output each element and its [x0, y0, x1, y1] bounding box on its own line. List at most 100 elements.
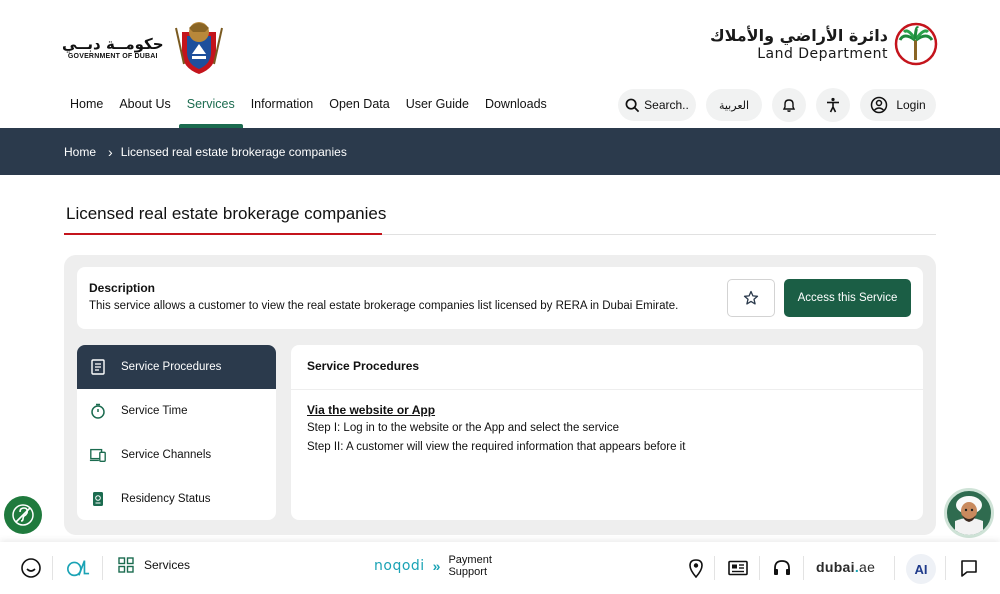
favorite-button[interactable]	[727, 279, 775, 317]
nav-user-guide[interactable]: User Guide	[398, 86, 477, 128]
service-side-menu: Service Procedures Service Time Service …	[77, 345, 276, 520]
header-tools: Search.. العربية Login	[618, 88, 936, 122]
side-item-label: Service Time	[121, 405, 188, 417]
login-label: Login	[896, 98, 926, 112]
chat-button[interactable]	[957, 556, 981, 580]
dubai-now-button[interactable]	[66, 556, 90, 580]
procedure-step: Step I: Log in to the website or the App…	[307, 422, 619, 434]
toolbar-divider	[102, 556, 103, 580]
accessibility-person-icon	[827, 97, 839, 113]
virtual-assistant-avatar[interactable]	[944, 488, 994, 538]
grid-icon	[118, 557, 134, 573]
side-item-service-channels[interactable]: Service Channels	[77, 433, 276, 477]
ld-logo-text: دائرة الأراضي والأملاك Land Department	[710, 26, 888, 62]
description-card: Description This service allows a custom…	[77, 267, 923, 329]
nav-open-data[interactable]: Open Data	[321, 86, 397, 128]
land-department-logo[interactable]: دائرة الأراضي والأملاك Land Department	[710, 22, 938, 66]
procedure-step: Step II: A customer will view the requir…	[307, 441, 686, 453]
breadcrumb-home[interactable]: Home	[64, 145, 96, 159]
headphones-icon	[774, 560, 790, 575]
star-icon	[743, 290, 759, 305]
nav-information[interactable]: Information	[243, 86, 322, 128]
side-item-service-time[interactable]: Service Time	[77, 389, 276, 433]
ld-logo-english: Land Department	[757, 46, 888, 62]
content-divider	[291, 389, 923, 390]
gov-logo-text: حكومــة دبــي GOVERNMENT OF DUBAI	[62, 35, 164, 60]
side-item-residency-status[interactable]: Residency Status	[77, 477, 276, 520]
map-pin-icon	[689, 559, 703, 578]
accessibility-button[interactable]	[816, 88, 850, 122]
location-button[interactable]	[684, 556, 708, 580]
toolbar-divider	[945, 556, 946, 580]
happiness-meter-button[interactable]	[19, 556, 43, 580]
noqodi-logo: noqodi	[374, 558, 425, 574]
hearing-accessibility-button[interactable]	[4, 496, 42, 534]
nav-home[interactable]: Home	[62, 86, 111, 128]
gov-logo-arabic: حكومــة دبــي	[62, 34, 164, 53]
dubai-ae-main: dubai	[816, 559, 855, 575]
description-heading: Description	[89, 281, 156, 295]
access-service-button[interactable]: Access this Service	[784, 279, 911, 317]
devices-icon	[89, 446, 107, 464]
breadcrumb-current: Licensed real estate brokerage companies	[120, 144, 347, 159]
chat-bubble-icon	[961, 560, 977, 577]
stopwatch-icon	[89, 402, 107, 420]
notifications-button[interactable]	[772, 88, 806, 122]
side-item-label: Service Procedures	[121, 361, 222, 373]
toolbar-divider	[52, 556, 53, 580]
document-list-icon	[89, 358, 107, 376]
side-item-service-procedures[interactable]: Service Procedures	[77, 345, 276, 389]
bottom-toolbar: Services noqodi » Payment Support dubai.…	[0, 542, 1000, 594]
ai-assistant-button[interactable]: AI	[906, 554, 936, 584]
nav-services[interactable]: Services	[178, 86, 243, 128]
dubai-emblem-icon	[174, 22, 223, 74]
channel-title: Via the website or App	[307, 403, 436, 417]
content-heading: Service Procedures	[307, 359, 420, 373]
noqodi-payment-support[interactable]: noqodi » Payment Support	[374, 554, 492, 578]
passport-icon	[89, 490, 107, 508]
dubai-now-logo-icon	[67, 560, 90, 577]
search-button[interactable]: Search..	[618, 89, 696, 121]
search-label: Search..	[644, 98, 689, 112]
assistant-avatar-icon	[955, 496, 983, 535]
support-call-button[interactable]	[770, 556, 794, 580]
toolbar-divider	[894, 556, 895, 580]
services-menu-button[interactable]: Services	[118, 557, 190, 573]
chevron-right-icon: ›	[108, 143, 113, 160]
language-toggle[interactable]: العربية	[706, 89, 762, 121]
toolbar-divider	[759, 556, 760, 580]
dubai-ae-suffix: ae	[859, 559, 876, 575]
search-icon	[625, 98, 640, 112]
side-item-label: Residency Status	[121, 493, 211, 505]
hearing-icon	[12, 504, 34, 526]
title-accent-underline	[64, 233, 382, 235]
user-circle-icon	[871, 96, 888, 114]
palm-tree-emblem-icon	[894, 22, 938, 66]
dubai-ae-link[interactable]: dubai.ae	[816, 559, 875, 575]
toolbar-divider	[803, 556, 804, 580]
login-button[interactable]: Login	[860, 89, 936, 121]
description-text: This service allows a customer to view t…	[89, 300, 679, 312]
gov-logo-english: GOVERNMENT OF DUBAI	[67, 52, 158, 60]
toolbar-divider	[714, 556, 715, 580]
support-label: Support	[448, 566, 487, 578]
side-item-label: Service Channels	[121, 449, 212, 461]
smiley-icon	[21, 558, 41, 578]
news-button[interactable]	[726, 556, 750, 580]
procedures-content: Service Procedures Via the website or Ap…	[291, 345, 923, 520]
newspaper-icon	[728, 560, 748, 576]
service-panel: Description This service allows a custom…	[64, 255, 936, 535]
main-navigation: Home About Us Services Information Open …	[62, 86, 555, 128]
payment-label: Payment	[448, 554, 492, 566]
ld-logo-arabic: دائرة الأراضي والأملاك	[709, 26, 888, 45]
bell-icon	[782, 99, 796, 112]
double-chevron-right-icon: »	[432, 558, 441, 574]
nav-about-us[interactable]: About Us	[111, 86, 178, 128]
page-title: Licensed real estate brokerage companies	[66, 204, 387, 223]
nav-downloads[interactable]: Downloads	[477, 86, 555, 128]
payment-support-label: Payment Support	[448, 554, 491, 578]
breadcrumb: Home › Licensed real estate brokerage co…	[0, 128, 1000, 175]
site-header: حكومــة دبــي GOVERNMENT OF DUBAI دائرة …	[0, 0, 1000, 128]
government-of-dubai-logo[interactable]: حكومــة دبــي GOVERNMENT OF DUBAI	[62, 18, 228, 76]
services-label: Services	[144, 558, 191, 572]
